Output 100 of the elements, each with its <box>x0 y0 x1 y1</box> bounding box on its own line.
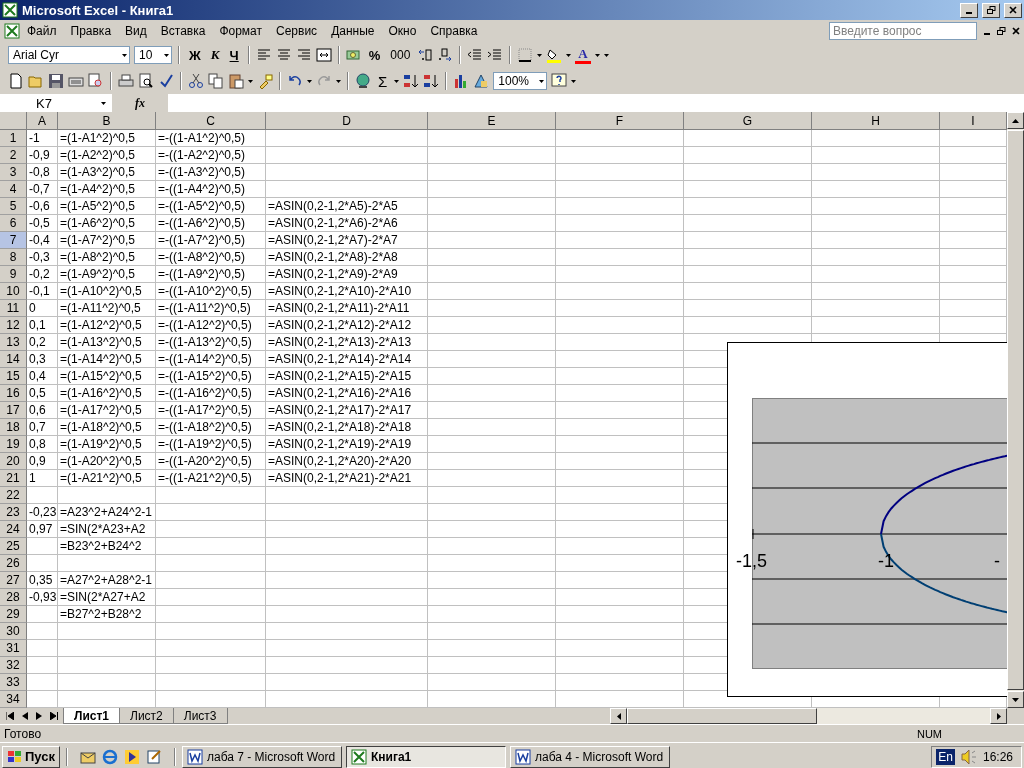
start-button[interactable]: Пуск <box>2 745 60 768</box>
caret-icon[interactable] <box>566 53 572 57</box>
menu-item[interactable]: Сервис <box>269 22 325 40</box>
row-header[interactable]: 13 <box>0 334 27 351</box>
scrollbar-thumb[interactable] <box>1007 130 1024 690</box>
chart-background[interactable]: -1,5 -1 - <box>727 342 1007 697</box>
zoom-field[interactable]: 100% <box>493 72 548 90</box>
spreadsheet-icon[interactable] <box>351 748 367 765</box>
row-header[interactable]: 30 <box>0 623 27 640</box>
caret-icon[interactable] <box>336 79 341 83</box>
row-header[interactable]: 32 <box>0 657 27 674</box>
close-icon[interactable] <box>1012 27 1020 35</box>
column-header[interactable]: E <box>428 112 556 130</box>
left-arrow-icon[interactable] <box>616 712 621 720</box>
printer-icon[interactable] <box>118 73 134 89</box>
scroll-down-button[interactable] <box>1007 691 1024 708</box>
scroll-left-button[interactable] <box>610 708 627 724</box>
row-header[interactable]: 18 <box>0 419 27 436</box>
italic-button[interactable]: К <box>207 45 223 65</box>
paste-icon[interactable] <box>228 73 244 89</box>
align-center-icon[interactable] <box>275 47 292 63</box>
previous-sheet-icon[interactable] <box>22 712 28 720</box>
row-header[interactable]: 6 <box>0 215 27 232</box>
select-all-corner[interactable] <box>0 112 27 130</box>
row-header[interactable]: 31 <box>0 640 27 657</box>
row-header[interactable]: 3 <box>0 164 27 181</box>
row-header[interactable]: 20 <box>0 453 27 470</box>
font-size-field[interactable]: 10 <box>134 46 172 64</box>
caret-icon[interactable] <box>539 79 545 83</box>
menu-item[interactable]: Данные <box>324 22 382 40</box>
column-header[interactable]: B <box>58 112 156 130</box>
percent-button[interactable]: % <box>365 45 384 65</box>
align-left-icon[interactable] <box>255 47 272 63</box>
menu-item[interactable]: Вставка <box>153 22 213 40</box>
currency-icon[interactable] <box>345 47 362 63</box>
row-header[interactable]: 27 <box>0 572 27 589</box>
scrollbar-thumb[interactable] <box>627 708 817 724</box>
row-header[interactable]: 34 <box>0 691 27 708</box>
row-header[interactable]: 2 <box>0 147 27 164</box>
scroll-right-button[interactable] <box>990 708 1007 724</box>
menu-item[interactable]: Окно <box>381 22 424 40</box>
row-header[interactable]: 7 <box>0 232 27 249</box>
language-indicator[interactable]: En <box>936 748 955 765</box>
row-header[interactable]: 25 <box>0 538 27 555</box>
thousands-button[interactable]: 000 <box>387 45 414 65</box>
menu-item[interactable]: Формат <box>212 22 270 40</box>
save-icon[interactable] <box>48 73 64 89</box>
caret-icon[interactable] <box>248 79 253 83</box>
last-sheet-icon[interactable] <box>50 712 58 720</box>
row-header[interactable]: 28 <box>0 589 27 606</box>
row-header[interactable]: 24 <box>0 521 27 538</box>
increase-decimal-icon[interactable] <box>417 47 434 63</box>
menu-item[interactable]: Файл <box>20 22 64 40</box>
bold-button[interactable]: Ж <box>186 45 204 65</box>
taskbar-button[interactable]: лаба 7 - Microsoft Word <box>182 745 342 768</box>
first-sheet-icon[interactable] <box>6 712 14 720</box>
underline-button[interactable]: Ч <box>226 45 242 65</box>
merge-center-icon[interactable] <box>315 47 332 63</box>
row-header[interactable]: 4 <box>0 181 27 198</box>
row-header[interactable]: 10 <box>0 283 27 300</box>
restore-button[interactable] <box>982 2 1000 18</box>
caret-icon[interactable] <box>101 101 106 105</box>
down-arrow-icon[interactable] <box>1012 697 1019 702</box>
fill-color-icon[interactable] <box>546 47 563 63</box>
copy-icon[interactable] <box>208 73 224 89</box>
column-header[interactable]: A <box>27 112 58 130</box>
function-button[interactable]: fx <box>135 95 145 111</box>
print-preview-icon[interactable] <box>138 73 154 89</box>
column-header[interactable]: F <box>556 112 684 130</box>
browser-icon[interactable] <box>102 748 118 765</box>
menu-item[interactable]: Правка <box>63 22 119 40</box>
row-header[interactable]: 1 <box>0 130 27 147</box>
borders-icon[interactable] <box>517 47 534 63</box>
increase-indent-icon[interactable] <box>487 47 504 63</box>
decrease-decimal-icon[interactable] <box>437 47 454 63</box>
row-header[interactable]: 12 <box>0 317 27 334</box>
up-arrow-icon[interactable] <box>1012 118 1019 123</box>
notepad-icon[interactable] <box>146 748 162 765</box>
caret-icon[interactable] <box>307 79 312 83</box>
font-color-button[interactable]: A <box>575 46 591 64</box>
sheet-tab[interactable]: Лист1 <box>63 708 121 724</box>
taskbar-button[interactable]: Книга1 <box>346 745 506 768</box>
row-header[interactable]: 8 <box>0 249 27 266</box>
scissors-icon[interactable] <box>188 73 204 89</box>
restore-icon[interactable] <box>986 6 996 14</box>
column-header[interactable]: C <box>156 112 266 130</box>
row-header[interactable]: 33 <box>0 674 27 691</box>
row-header[interactable]: 5 <box>0 198 27 215</box>
row-header[interactable]: 23 <box>0 504 27 521</box>
sort-ascending-icon[interactable] <box>403 73 420 89</box>
spelling-check-icon[interactable] <box>158 73 174 89</box>
decrease-indent-icon[interactable] <box>467 47 484 63</box>
column-header[interactable]: I <box>940 112 1007 130</box>
scroll-up-button[interactable] <box>1007 112 1024 129</box>
taskbar-button[interactable]: лаба 4 - Microsoft Word <box>510 745 670 768</box>
menu-item[interactable]: Справка <box>423 22 485 40</box>
row-header[interactable]: 21 <box>0 470 27 487</box>
caret-icon[interactable] <box>164 53 169 57</box>
next-sheet-icon[interactable] <box>36 712 42 720</box>
workbook-icon[interactable] <box>4 23 20 39</box>
